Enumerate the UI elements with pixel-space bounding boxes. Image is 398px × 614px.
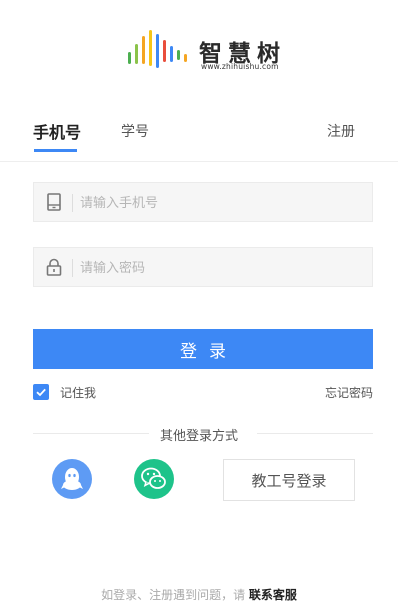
password-field (33, 247, 373, 287)
remember-label: 记住我 (60, 386, 97, 400)
password-input[interactable] (80, 248, 365, 286)
field-separator (72, 194, 73, 212)
logo-bars-icon (128, 30, 187, 68)
zhihuishu-logo: 智慧树 www.zhihuishu.com (126, 30, 286, 74)
active-tab-indicator (34, 149, 77, 152)
logo-url: www.zhihuishu.com (201, 62, 279, 71)
login-page: 智慧树 www.zhihuishu.com 手机号 学号 注册 登录 (0, 0, 398, 614)
divider-left (33, 433, 149, 434)
divider-right (257, 433, 373, 434)
login-button[interactable]: 登录 (33, 329, 373, 369)
register-link[interactable]: 注册 (327, 121, 355, 141)
phone-field (33, 182, 373, 222)
tab-phone[interactable]: 手机号 (33, 119, 81, 143)
phone-icon (47, 193, 61, 211)
qq-icon (61, 468, 83, 490)
wechat-icon (141, 467, 166, 489)
wechat-login-button[interactable] (134, 459, 174, 499)
remember-checkbox[interactable] (33, 384, 49, 400)
tab-student-id[interactable]: 学号 (121, 121, 149, 141)
field-separator (72, 259, 73, 277)
staff-id-login-button[interactable]: 教工号登录 (223, 459, 355, 501)
check-icon (36, 388, 46, 397)
footer-help: 如登录、注册遇到问题，请 联系客服 (0, 586, 398, 603)
other-login-label: 其他登录方式 (160, 429, 239, 444)
forgot-password-link[interactable]: 忘记密码 (325, 384, 373, 401)
qq-login-button[interactable] (52, 459, 92, 499)
footer-text: 如登录、注册遇到问题，请 (101, 588, 246, 602)
contact-support-link[interactable]: 联系客服 (249, 588, 297, 602)
phone-input[interactable] (80, 183, 365, 221)
login-tabs: 手机号 学号 注册 (0, 108, 398, 162)
lock-icon (46, 258, 62, 276)
